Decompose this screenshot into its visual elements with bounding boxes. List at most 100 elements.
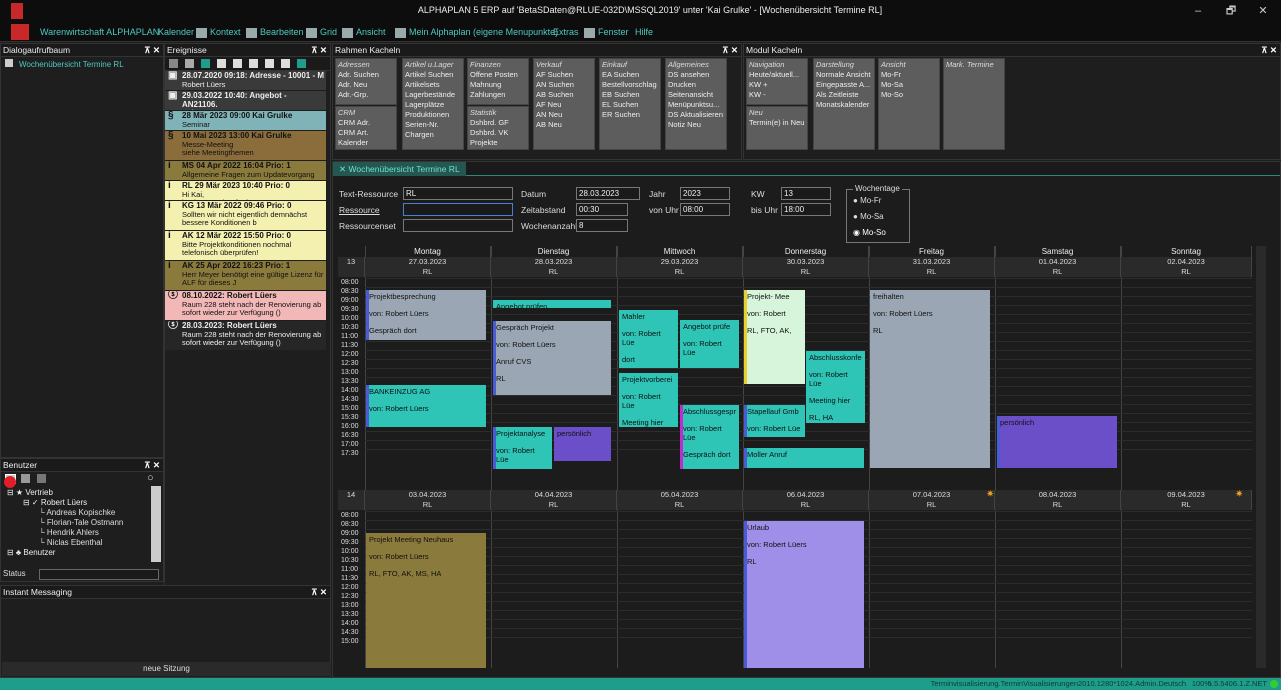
appointment[interactable]: Mahler von: Robert Lüe dort [619, 310, 678, 368]
tile-ansicht[interactable]: Ansicht Mo-Fr Mo-Sa Mo-So [878, 58, 940, 150]
tile-mark-termine[interactable]: Mark. Termine [943, 58, 1005, 150]
tile-finanzen[interactable]: Finanzen Offene Posten Mahnung Zahlungen [467, 58, 529, 105]
menu-mein-alphaplan[interactable]: Mein Alphaplan (eigene Menupunkte) [395, 25, 558, 39]
appointment[interactable]: Gespräch Projekt von: Robert Lüers Anruf C… [493, 321, 611, 395]
menu-kalender[interactable]: Kalender [158, 25, 194, 39]
tree-user-0[interactable]: ⊟ ✓ Robert Lüers [23, 498, 87, 507]
tile-allgemeines[interactable]: Allgemeines DS ansehen Drucken Seitenansich… [665, 58, 727, 150]
appointment[interactable]: Projektbesprechung von: Robert Lüers Gespr… [366, 290, 486, 340]
wochenanzahl-select[interactable]: 8 [576, 219, 628, 232]
document-icon[interactable] [233, 59, 242, 68]
appointment[interactable]: Angebot prüfe von: Robert Lüe [680, 320, 739, 368]
tree-item-wochenuebersicht[interactable]: Wochenübersicht Termine RL [1, 57, 163, 71]
date-cell[interactable]: 08.04.2023 [995, 490, 1121, 500]
event-item[interactable]: iRL 29 Mär 2023 10:40 Prio: 0Hi Kai, ist… [165, 181, 326, 200]
date-cell[interactable]: 01.04.2023 [995, 257, 1121, 267]
rss-icon[interactable] [297, 59, 306, 68]
tile-neu[interactable]: Neu Termin(e) in Neu [746, 106, 808, 150]
menu-bearbeiten[interactable]: Bearbeiten [246, 25, 304, 39]
refresh-icon[interactable]: ○ [147, 472, 154, 484]
date-cell[interactable]: 28.03.2023 [491, 257, 617, 267]
close-icon[interactable]: ⊼ ✕ [144, 459, 160, 471]
tile-crm[interactable]: CRM CRM Adr. CRM Art. Kalender [335, 106, 397, 150]
restore-button[interactable]: 🗗 [1216, 3, 1246, 19]
appointment[interactable]: Abschlussgespr von: Robert Lüe Gespräch do… [680, 405, 739, 469]
menu-grid[interactable]: Grid [306, 25, 337, 39]
date-cell[interactable]: 04.04.2023 [491, 490, 617, 500]
appointment[interactable]: persönlich [554, 427, 611, 461]
kw-input[interactable]: 13 [781, 187, 831, 200]
event-item[interactable]: i AK 25 Apr 2022 16:23 Prio: 1 Herr Meyer … [165, 261, 326, 290]
tree-user-1[interactable]: └ Andreas Kopischke [39, 508, 115, 517]
appointment[interactable]: freihalten von: Robert Lüers RL [870, 290, 990, 468]
tile-navigation[interactable]: Navigation Heute/aktuell... KW + KW - [746, 58, 808, 105]
phone-icon[interactable] [201, 59, 210, 68]
menu-kontext[interactable]: Kontext [196, 25, 241, 39]
close-button[interactable]: ✕ [1248, 3, 1278, 19]
date-cell[interactable]: 31.03.2023 [869, 257, 995, 267]
date-cell[interactable]: 02.04.2023 [1121, 257, 1252, 267]
tile-verkauf[interactable]: Verkauf AF Suchen AN Suchen AB Suchen AF Neu… [533, 58, 595, 150]
appointment[interactable]: BANKEINZUG AG von: Robert Lüers [366, 385, 486, 427]
menu-fenster[interactable]: Fenster [584, 25, 629, 39]
tile-statistik[interactable]: Statistik Dshbrd. GF Dshbrd. VK Projekte [467, 106, 529, 150]
appointment[interactable]: Projektvorberei von: Robert Lüe Meeting hi… [619, 373, 678, 427]
tile-artikel-u-lager[interactable]: Artikel u.Lager Artikel Suchen Artikelsets… [402, 58, 464, 150]
zeitabstand-input[interactable]: 00:30 [576, 203, 628, 216]
close-icon[interactable]: ⊼ ✕ [311, 44, 327, 56]
tab-wochenuebersicht[interactable]: ✕ Wochenübersicht Termine RL [333, 162, 466, 176]
radio-mo-fr[interactable]: ● Mo-Fr [853, 196, 881, 205]
close-icon[interactable]: ⊼ ✕ [144, 44, 160, 56]
event-item[interactable]: i KG 13 Mär 2022 09:46 Prio: 0 Sollten wir… [165, 201, 326, 230]
bis-uhr-input[interactable]: 18:00 [781, 203, 831, 216]
event-item[interactable]: ▣ 28.07.2020 09:18: Adresse - 10001 - M Ro… [165, 71, 326, 90]
appointment[interactable]: Projekt Meeting Neuhaus von: Robert Lüers… [366, 533, 486, 668]
ressource-select[interactable] [403, 203, 513, 216]
event-item[interactable]: ⓢ 28.03.2023: Robert Lüers Raum 228 steht … [165, 321, 326, 350]
date-cell[interactable]: 27.03.2023 [365, 257, 491, 267]
check-icon[interactable] [21, 474, 30, 483]
appointment[interactable]: Projekt- Mee von: Robert RL, FTO, AK, [744, 290, 805, 384]
date-cell[interactable]: 05.04.2023 [617, 490, 743, 500]
date-cell[interactable]: 30.03.2023 [743, 257, 869, 267]
close-icon[interactable]: ⊼ ✕ [1261, 44, 1277, 56]
ressourcenset-select[interactable] [403, 219, 513, 232]
event-item[interactable]: § 28 Mär 2023 09:00 Kai Grulke Seminar [165, 111, 326, 130]
date-cell[interactable]: 29.03.2023 [617, 257, 743, 267]
date-cell[interactable]: 06.04.2023 [743, 490, 869, 500]
tree-user-2[interactable]: └ Florian-Tale Ostmann [39, 518, 123, 527]
appointment[interactable]: persönlich [997, 416, 1117, 468]
date-cell[interactable]: 03.04.2023 [365, 490, 491, 500]
new-session-button[interactable]: neue Sitzung [2, 662, 331, 676]
info-icon[interactable] [249, 59, 258, 68]
event-item[interactable]: ⓢ 08.10.2022: Robert Lüers Raum 228 steht … [165, 291, 326, 320]
appointment[interactable]: Abschlusskonfe von: Robert Lüe Meeting hie… [806, 351, 865, 423]
status-input[interactable] [39, 569, 159, 580]
text-ressource-select[interactable]: RL [403, 187, 513, 200]
menu-extras[interactable]: Extras [553, 25, 579, 39]
filter-icon[interactable] [169, 59, 178, 68]
list-icon[interactable] [217, 59, 226, 68]
appointment[interactable]: Urlaub von: Robert Lüers RL [744, 521, 864, 668]
menu-warenwirtschaft[interactable]: Warenwirtschaft ALPHAPLAN [40, 25, 159, 39]
tree-user-4[interactable]: └ Niclas Ebenthal [39, 538, 102, 547]
radio-mo-sa[interactable]: ● Mo-Sa [853, 212, 884, 221]
minimize-button[interactable]: – [1183, 3, 1213, 19]
datum-input[interactable]: 28.03.2023 [576, 187, 640, 200]
date-icon[interactable] [281, 59, 290, 68]
appointment[interactable]: Angebot prüfen [493, 300, 611, 308]
radio-mo-so[interactable]: ◉ Mo-So [853, 228, 886, 237]
date-cell[interactable]: 09.04.2023 [1121, 490, 1252, 500]
warning-icon[interactable] [265, 59, 274, 68]
tree-user-3[interactable]: └ Hendrik Ahlers [39, 528, 99, 537]
refresh-icon[interactable] [185, 59, 194, 68]
event-item[interactable]: § 10 Mai 2023 13:00 Kai Grulke Messe-Meeti… [165, 131, 326, 160]
users-scrollbar[interactable] [151, 486, 161, 562]
tree-group-vertrieb[interactable]: ⊟ ★ Vertrieb [7, 488, 53, 497]
event-item[interactable]: i MS 04 Apr 2022 16:04 Prio: 1 Allgemeine … [165, 161, 326, 180]
menu-ansicht[interactable]: Ansicht [342, 25, 386, 39]
appointment[interactable]: Moller Anruf [744, 448, 864, 468]
tile-einkauf[interactable]: Einkauf EA Suchen Bestellvorschlag EB Suche… [599, 58, 661, 150]
von-uhr-input[interactable]: 08:00 [680, 203, 730, 216]
menu-hilfe[interactable]: Hilfe [635, 25, 653, 39]
